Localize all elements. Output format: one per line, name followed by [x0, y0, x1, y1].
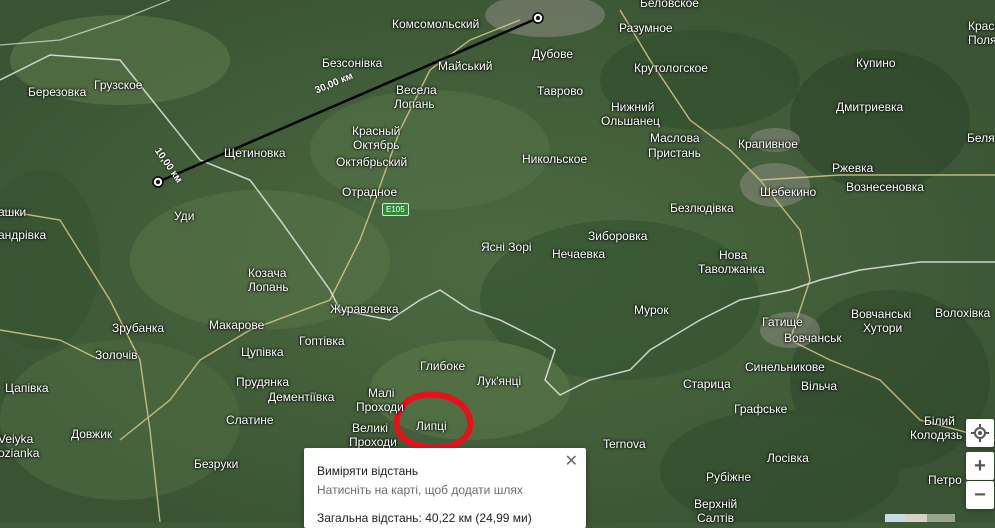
place-label: ашки — [0, 205, 27, 219]
panel-title: Виміряти відстань — [317, 464, 419, 478]
place-label: ozianka — [0, 446, 40, 460]
place-label: Крутологское — [634, 61, 708, 75]
place-label: Глибоке — [420, 359, 466, 373]
panel-subtitle: Натисніть на карті, щоб додати шлях — [317, 483, 523, 497]
place-label: Щетиновка — [224, 146, 286, 160]
place-label: Купино — [856, 56, 896, 70]
place-label: Ржевка — [832, 161, 874, 175]
place-label: Уди — [174, 209, 195, 223]
road-shield: E105 — [382, 203, 409, 216]
place-label: Вознесеновка — [846, 180, 924, 194]
place-label: Дмитриевка — [836, 100, 904, 114]
place-label: Вовчанськ — [784, 331, 842, 345]
place-label: Козача — [248, 266, 287, 280]
place-label: Дементіївка — [268, 390, 335, 404]
place-label: Малі — [368, 386, 395, 400]
place-label: Хутори — [863, 321, 903, 335]
total-distance: Загальна відстань: 40,22 км (24,99 ми) — [317, 511, 532, 525]
place-label: Весела — [396, 83, 437, 97]
place-label: Поляна — [968, 33, 995, 47]
place-label: Комсомольский — [392, 17, 480, 31]
place-label: Нечаевка — [552, 247, 606, 261]
place-label: Зрубанка — [112, 321, 165, 335]
place-label: Лук'янці — [477, 374, 522, 388]
close-icon[interactable]: ✕ — [565, 451, 578, 471]
place-label: Лопань — [248, 280, 289, 294]
place-label: Отрадное — [342, 185, 398, 199]
place-label: Таврово — [537, 84, 584, 98]
place-label: Слатине — [226, 413, 274, 427]
place-label: Разумное — [619, 21, 673, 35]
place-label: Цупівка — [241, 345, 284, 359]
place-label: Довжик — [71, 427, 113, 441]
place-label: Лосівка — [767, 451, 809, 465]
place-label: Старица — [683, 377, 731, 391]
place-label: Октябрьский — [336, 155, 408, 169]
place-label: Колодязь — [910, 428, 963, 442]
place-label: Ольшанец — [601, 114, 660, 128]
place-label: Безлюдівка — [670, 201, 734, 215]
place-label: Білий — [924, 414, 955, 428]
place-label: Безсонівка — [322, 56, 383, 70]
place-label: Ternova — [603, 437, 646, 451]
measure-distance-panel: Виміряти відстань Натисніть на карті, що… — [304, 448, 586, 528]
my-location-button[interactable] — [966, 419, 994, 447]
place-label: Золочів — [95, 348, 138, 362]
place-label: Рубіжне — [706, 470, 752, 484]
place-label: Нова — [719, 248, 748, 262]
place-label: Зиборовка — [588, 229, 648, 243]
place-label: Пристань — [648, 146, 701, 160]
place-label: Графське — [734, 402, 788, 416]
place-label: Гоптівка — [299, 334, 345, 348]
place-label: Красная — [968, 19, 995, 33]
place-label: андрівка — [0, 228, 47, 242]
place-label: Салтів — [697, 511, 735, 525]
place-label: Липці — [416, 419, 447, 433]
place-label: Беля — [967, 131, 995, 145]
place-label: Петро — [928, 473, 962, 487]
place-label: Мурок — [634, 303, 669, 317]
zoom-in-button[interactable]: + — [966, 452, 994, 480]
place-label: Макарове — [209, 318, 265, 332]
place-label: Лопань — [394, 97, 435, 111]
place-label: Никольское — [522, 152, 588, 166]
place-label: Березовка — [28, 85, 87, 99]
place-label: Маслова — [650, 131, 700, 145]
place-label: Проходи — [349, 435, 397, 449]
satellite-map[interactable] — [0, 0, 995, 522]
place-label: Журавлевка — [330, 302, 399, 316]
place-label: Прудянка — [236, 375, 290, 389]
place-label: Майський — [438, 59, 493, 73]
place-label: Гатище — [762, 315, 803, 329]
imagery-thumbnails[interactable] — [885, 514, 955, 522]
place-label: Ясні Зорі — [481, 240, 532, 254]
place-label: Верхній — [694, 497, 738, 511]
place-label: Veiyka — [0, 432, 34, 446]
place-label: Красный — [352, 124, 401, 138]
place-label: Цапівка — [5, 381, 49, 395]
place-label: Вовчанські — [851, 307, 912, 321]
place-label: Проходи — [356, 400, 404, 414]
place-label: Таволжанка — [698, 262, 765, 276]
place-label: Октябрь — [353, 138, 400, 152]
zoom-out-button[interactable]: − — [966, 481, 994, 509]
crosshair-icon — [971, 424, 989, 442]
place-label: Великі — [352, 421, 388, 435]
place-label: Крапивное — [738, 137, 798, 151]
place-label: Вільча — [801, 379, 838, 393]
place-label: Грузское — [94, 78, 143, 92]
place-label: Шебекино — [760, 185, 817, 199]
place-label: Волохівка — [935, 306, 991, 320]
place-label: Безруки — [194, 457, 239, 471]
place-label: Синельникове — [745, 360, 825, 374]
place-label: Дубове — [532, 47, 573, 61]
place-label: Нижний — [611, 100, 655, 114]
place-label: Беловское — [640, 0, 699, 10]
